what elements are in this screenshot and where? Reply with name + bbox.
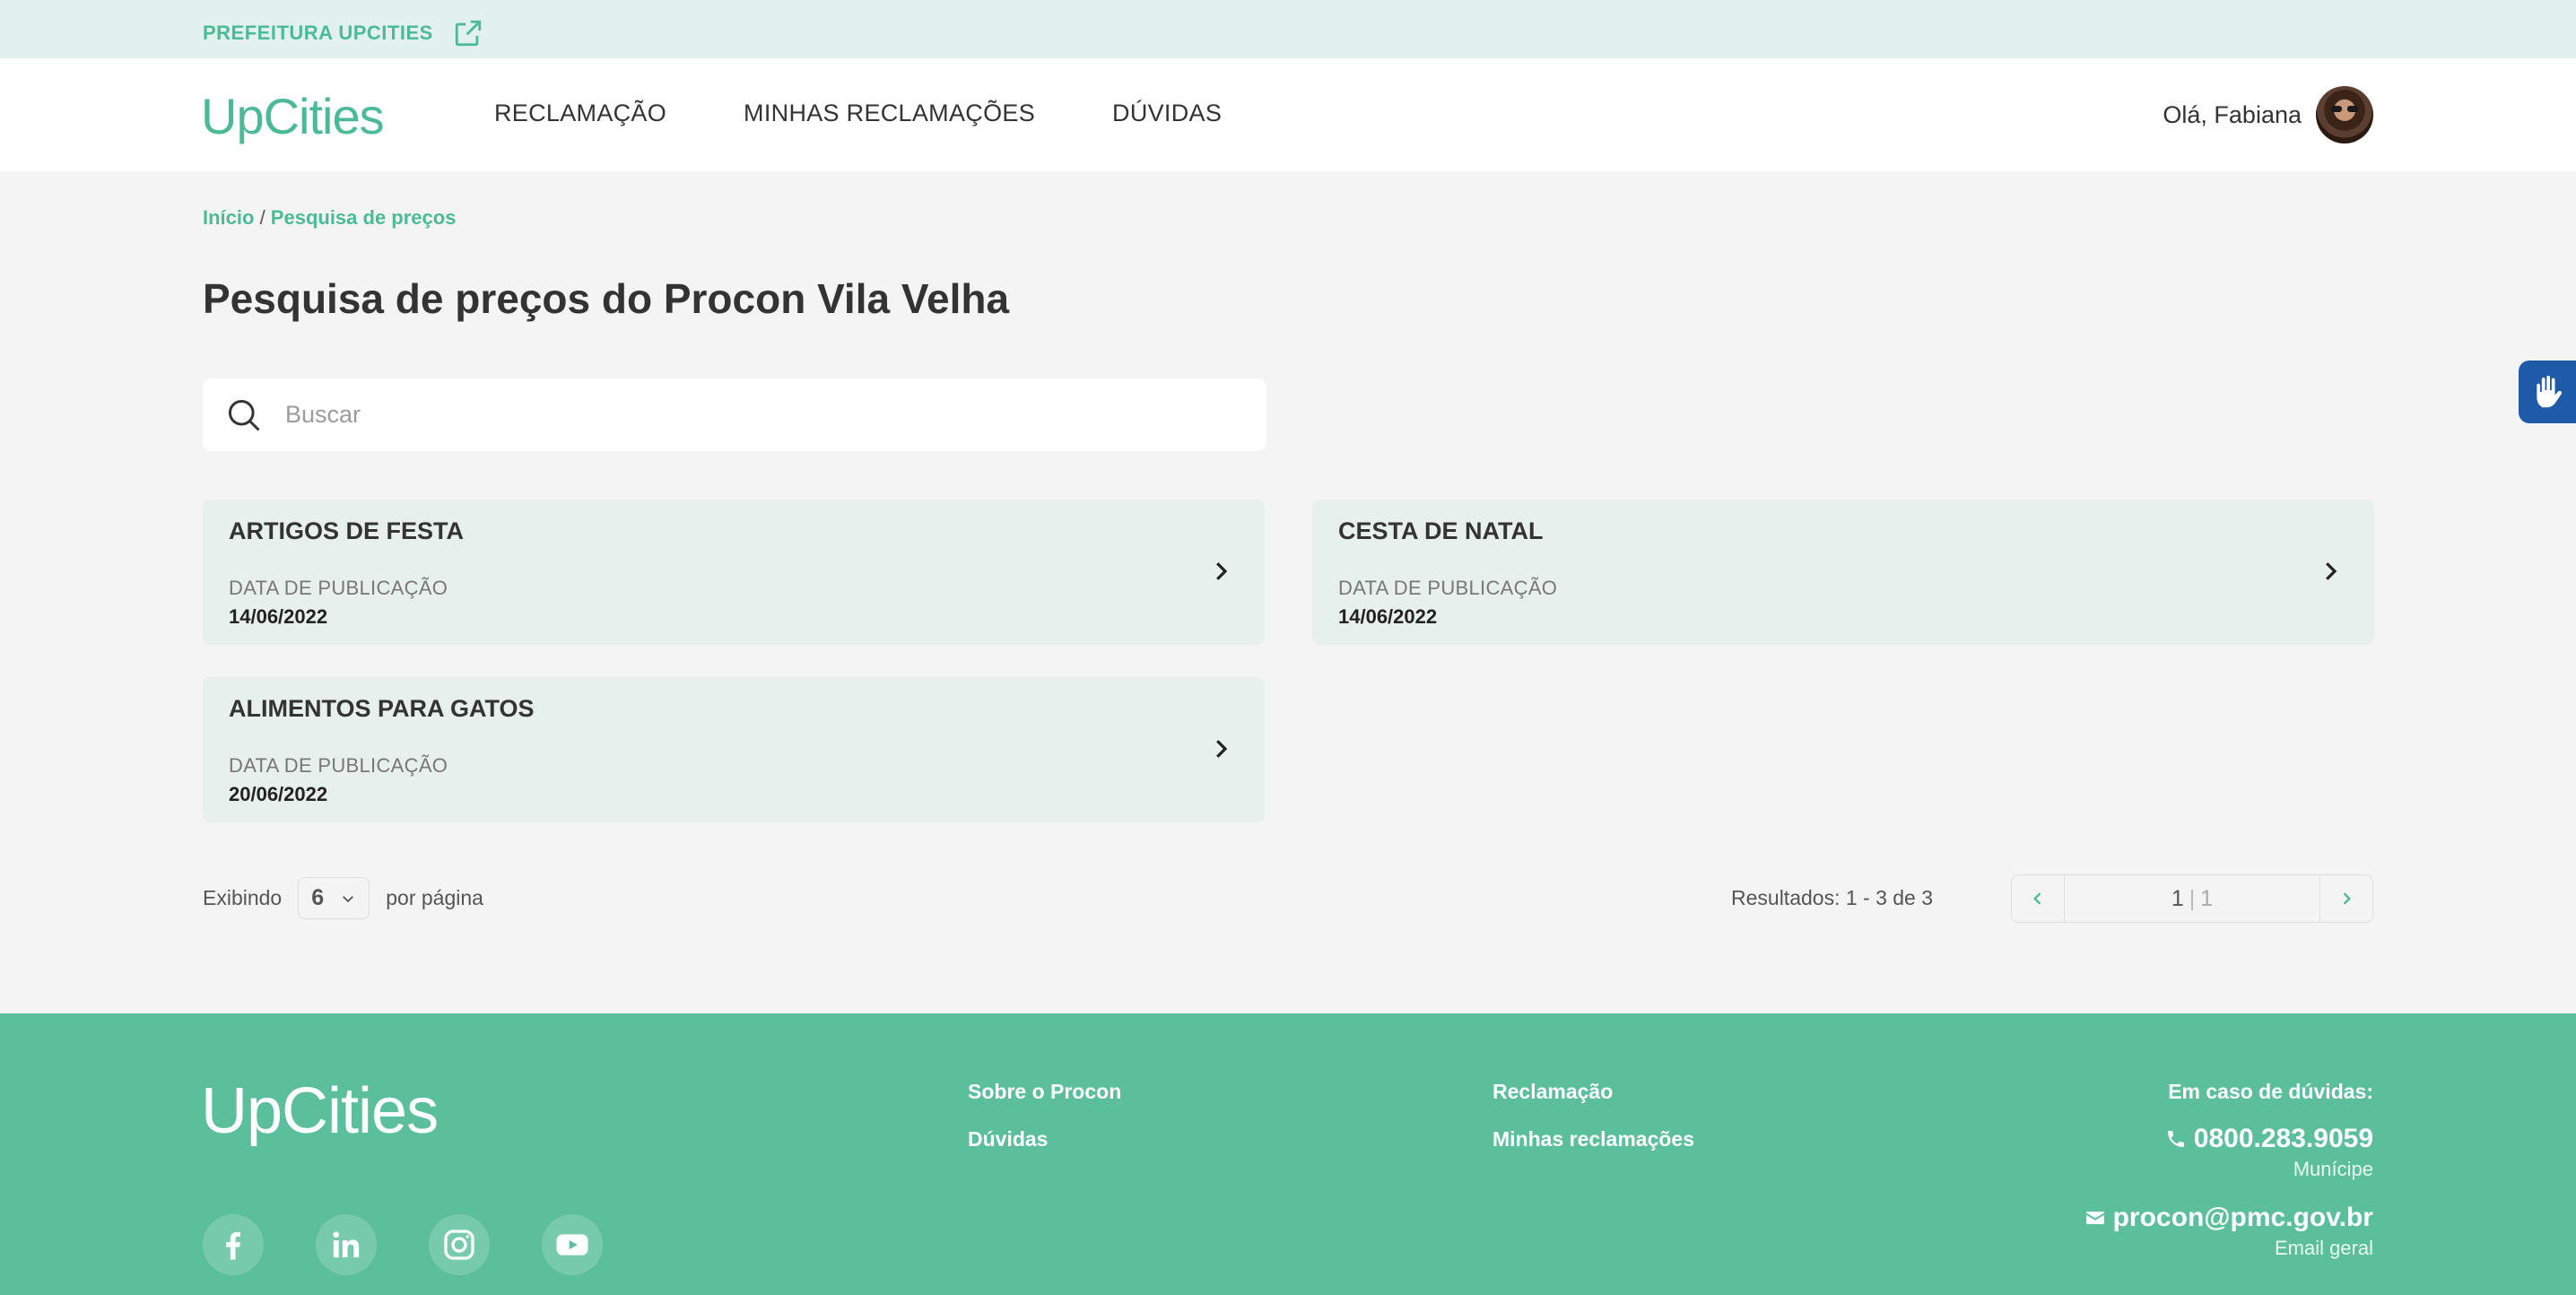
top-bar: PREFEITURA UPCITIES — [0, 0, 2576, 58]
pagination: 1 | 1 — [2011, 874, 2373, 923]
linkedin-link[interactable] — [316, 1214, 377, 1275]
current-page: 1 — [2171, 885, 2184, 911]
youtube-icon — [556, 1234, 588, 1256]
nav-item-duvidas[interactable]: DÚVIDAS — [1112, 100, 1222, 127]
card-date-label: DATA DE PUBLICAÇÃO — [229, 754, 448, 777]
contact-phone-sub: Munícipe — [2293, 1158, 2373, 1180]
per-page-select[interactable]: 6 — [298, 877, 370, 919]
avatar[interactable] — [2316, 86, 2373, 143]
contact-title: Em caso de dúvidas: — [2168, 1080, 2373, 1103]
card-title: ALIMENTOS PARA GATOS — [229, 695, 535, 722]
site-footer: UpCities Sobre o Procon Dúvidas Reclamaç… — [0, 1013, 2576, 1295]
next-page-button[interactable] — [2320, 875, 2372, 922]
price-survey-card[interactable]: ARTIGOS DE FESTA DATA DE PUBLICAÇÃO 14/0… — [203, 500, 1265, 645]
page-indicator[interactable]: 1 | 1 — [2064, 875, 2320, 922]
chevron-down-icon — [343, 895, 354, 902]
card-title: CESTA DE NATAL — [1338, 517, 1544, 544]
phone-icon — [2167, 1131, 2184, 1147]
user-menu[interactable]: Olá, Fabiana — [2163, 86, 2373, 143]
footer-link-minhas-reclamacoes[interactable]: Minhas reclamações — [1493, 1127, 1694, 1152]
facebook-link[interactable] — [203, 1214, 264, 1275]
card-date-label: DATA DE PUBLICAÇÃO — [229, 577, 448, 599]
results-count: Resultados: 1 - 3 de 3 — [1731, 886, 1934, 909]
main-navigation: UpCities RECLAMAÇÃO MINHAS RECLAMAÇÕES D… — [0, 58, 2576, 171]
page-title: Pesquisa de preços do Procon Vila Velha — [203, 275, 1010, 322]
card-date: 14/06/2022 — [229, 605, 328, 628]
chevron-left-icon — [2033, 892, 2041, 905]
contact-email-address: procon@pmc.gov.br — [2112, 1203, 2373, 1232]
card-date-label: DATA DE PUBLICAÇÃO — [1338, 577, 1558, 599]
chevron-right-icon — [1216, 562, 1228, 580]
contact-phone-number: 0800.283.9059 — [2193, 1124, 2373, 1153]
youtube-link[interactable] — [542, 1214, 603, 1275]
breadcrumb: Início / Pesquisa de preços — [203, 206, 456, 230]
nav-item-reclamacao[interactable]: RECLAMAÇÃO — [494, 100, 666, 127]
footer-link-reclamacao[interactable]: Reclamação — [1493, 1080, 1694, 1104]
nav-menu: RECLAMAÇÃO MINHAS RECLAMAÇÕES DÚVIDAS — [494, 100, 1222, 127]
upcities-logo[interactable]: UpCities — [201, 87, 385, 145]
breadcrumb-current[interactable]: Pesquisa de preços — [271, 206, 457, 229]
contact-email[interactable]: procon@pmc.gov.br — [2084, 1203, 2373, 1233]
total-pages: 1 — [2200, 885, 2214, 911]
footer-link-duvidas[interactable]: Dúvidas — [968, 1127, 1121, 1152]
nav-item-minhas-reclamacoes[interactable]: MINHAS RECLAMAÇÕES — [744, 100, 1035, 127]
page-separator: | — [2189, 885, 2196, 911]
chevron-right-icon — [2326, 562, 2337, 580]
card-date: 14/06/2022 — [1338, 605, 1438, 628]
social-links — [203, 1214, 603, 1275]
linkedin-icon — [333, 1231, 360, 1258]
footer-logo[interactable]: UpCities — [201, 1074, 439, 1148]
prev-page-button[interactable] — [2012, 875, 2064, 922]
footer-links-column-2: Reclamação Minhas reclamações — [1493, 1080, 1694, 1152]
search-icon — [228, 399, 260, 431]
showing-label: Exibindo — [203, 886, 283, 909]
chevron-right-icon — [1216, 740, 1228, 758]
contact-phone[interactable]: 0800.283.9059 — [2084, 1124, 2373, 1154]
per-page-control: Exibindo 6 por página — [203, 877, 483, 919]
chevron-right-icon — [2343, 892, 2351, 905]
price-survey-card[interactable]: CESTA DE NATAL DATA DE PUBLICAÇÃO 14/06/… — [1312, 500, 2374, 645]
user-greeting: Olá, Fabiana — [2163, 100, 2302, 128]
per-page-value: 6 — [311, 885, 325, 910]
prefeitura-link-label: PREFEITURA UPCITIES — [203, 22, 433, 44]
card-title: ARTIGOS DE FESTA — [229, 517, 465, 544]
card-date: 20/06/2022 — [229, 783, 328, 805]
price-survey-card[interactable]: ALIMENTOS PARA GATOS DATA DE PUBLICAÇÃO … — [203, 677, 1265, 822]
breadcrumb-separator: / — [254, 206, 271, 229]
mail-icon — [2085, 1212, 2104, 1224]
instagram-link[interactable] — [429, 1214, 490, 1275]
instagram-icon — [444, 1230, 474, 1260]
contact-email-sub: Email geral — [2274, 1237, 2373, 1259]
per-page-label: por página — [386, 886, 483, 909]
facebook-icon — [226, 1231, 240, 1260]
footer-link-sobre[interactable]: Sobre o Procon — [968, 1080, 1121, 1104]
breadcrumb-home[interactable]: Início — [203, 206, 254, 229]
external-link-icon — [455, 20, 481, 47]
footer-contact: Em caso de dúvidas: 0800.283.9059 Muníci… — [2084, 1080, 2373, 1260]
prefeitura-link[interactable]: PREFEITURA UPCITIES — [203, 18, 483, 48]
accessibility-widget-button[interactable] — [2519, 361, 2576, 423]
sign-language-icon — [2537, 375, 2563, 408]
search-input[interactable] — [285, 401, 1182, 429]
search-box — [203, 378, 1266, 451]
footer-links-column-1: Sobre o Procon Dúvidas — [968, 1080, 1121, 1152]
